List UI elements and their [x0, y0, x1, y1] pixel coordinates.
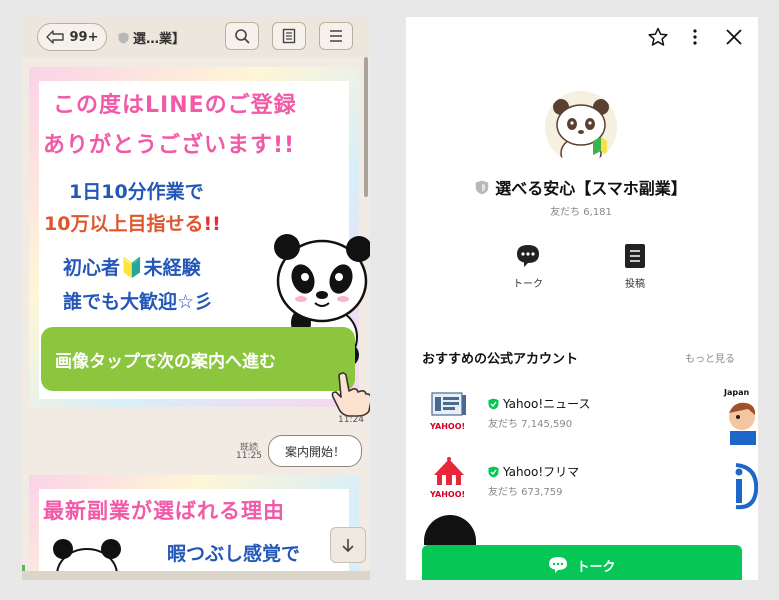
- document-icon: [282, 28, 296, 44]
- banner-earning-text: 10万以上目指せる: [44, 213, 204, 235]
- yahoo-logo-text: YAHOO!: [430, 490, 466, 499]
- recommend-name: Yahoo!フリマ: [488, 463, 579, 480]
- search-button[interactable]: [225, 22, 259, 50]
- info-brand-icon[interactable]: [722, 461, 758, 511]
- banner-earning: 10万以上目指せる!!: [44, 209, 221, 236]
- back-arrow-icon: [45, 30, 64, 44]
- recommend-item[interactable]: YAHOO! Yahoo!ニュース 友だち 7,145,590: [422, 389, 742, 439]
- panda-avatar-icon: [545, 91, 617, 163]
- sent-message-bubble[interactable]: 案内開始！: [268, 435, 362, 467]
- chat-screen: 99+ 選…業】 この度はLINEのご登録 ありがとうございます!! 1日10分…: [22, 17, 370, 580]
- post-icon-wrap: [622, 243, 648, 269]
- yahoo-logo-text: YAHOO!: [430, 422, 466, 431]
- arrow-down-icon: [342, 539, 354, 553]
- verified-shield-icon: [488, 398, 499, 409]
- promo-banner-content: この度はLINEのご登録 ありがとうございます!! 1日10分作業で 10万以上…: [39, 81, 370, 417]
- account-name: 選べる安心【スマホ副業】: [456, 175, 706, 199]
- banner-greeting-line2: ありがとうございます!!: [43, 133, 296, 158]
- message-time: 11:24: [338, 415, 364, 425]
- chat-title: 選…業】: [118, 28, 185, 47]
- shield-icon: [118, 32, 129, 43]
- account-name-text: 選べる安心【スマホ副業】: [495, 179, 687, 198]
- talk-button[interactable]: トーク: [422, 545, 742, 580]
- recommend-title: おすすめの公式アカウント: [422, 352, 579, 367]
- recommend-name-text: Yahoo!フリマ: [503, 465, 580, 479]
- verified-shield-icon: [488, 466, 499, 477]
- post-action[interactable]: 投稿: [605, 243, 665, 290]
- hamburger-menu-icon: [330, 30, 342, 42]
- recommend-item[interactable]: YAHOO! Yahoo!フリマ 友だち 673,759: [422, 457, 742, 507]
- recommend-name: Yahoo!ニュース: [488, 395, 591, 412]
- chat-bubble-icon-wrap: [515, 243, 541, 269]
- chat-scrollbar[interactable]: [364, 57, 368, 197]
- chat-bubble-icon: [517, 245, 539, 267]
- banner-greeting-line1: この度はLINEのご登録: [53, 93, 297, 118]
- recommend-more-link[interactable]: もっと見る: [685, 350, 735, 365]
- chat-header: 99+ 選…業】: [22, 17, 370, 57]
- recommend-name-text: Yahoo!ニュース: [503, 397, 591, 411]
- side-card-label: Japan: [724, 388, 750, 397]
- close-icon[interactable]: [725, 28, 743, 46]
- banner-earning-exclaim: !!: [203, 213, 221, 235]
- message-time: 11:25: [236, 451, 262, 461]
- post-action-label: 投稿: [625, 279, 645, 290]
- promo-banner-image-2[interactable]: 最新副業が選ばれる理由 暇つぶし感覚で: [29, 475, 359, 580]
- banner-work-time: 1日10分作業で: [69, 181, 204, 203]
- star-icon[interactable]: [648, 27, 668, 47]
- talk-action[interactable]: トーク: [498, 243, 558, 290]
- chat-title-text: 選…業】: [133, 32, 186, 47]
- cta-text: 画像タップで次の案内へ進む: [55, 351, 276, 372]
- account-profile-screen: 選べる安心【スマホ副業】 友だち 6,181 トーク 投稿 おすすめの公式アカウ…: [406, 17, 758, 580]
- chat-input-area[interactable]: [22, 571, 370, 580]
- more-options-icon[interactable]: [689, 27, 701, 47]
- banner2-subheading: 暇つぶし感覚で: [167, 543, 301, 565]
- search-icon: [235, 29, 250, 44]
- banner-welcome: 誰でも大歓迎☆彡: [63, 291, 214, 313]
- recommend-friends: 友だち 673,759: [488, 487, 563, 498]
- friend-count: 友だち 6,181: [550, 207, 612, 218]
- recommend-item-avatar[interactable]: [424, 515, 476, 545]
- chat-bubble-icon: [549, 557, 568, 573]
- mascot-character-icon[interactable]: [722, 397, 758, 447]
- post-icon: [625, 244, 645, 268]
- pointing-hand-icon: [331, 372, 370, 417]
- recommend-friends: 友だち 7,145,590: [488, 419, 573, 430]
- account-avatar[interactable]: [545, 91, 617, 163]
- banner2-heading: 最新副業が選ばれる理由: [43, 499, 285, 523]
- menu-button[interactable]: [319, 22, 353, 50]
- back-button[interactable]: 99+: [37, 23, 107, 51]
- shield-icon: [475, 180, 489, 194]
- scroll-down-button[interactable]: [330, 527, 366, 563]
- next-guide-cta[interactable]: 画像タップで次の案内へ進む: [41, 327, 355, 391]
- notes-button[interactable]: [272, 22, 306, 50]
- unread-count: 99+: [69, 29, 99, 45]
- talk-button-label: トーク: [576, 559, 616, 575]
- promo-banner-image[interactable]: この度はLINEのご登録 ありがとうございます!! 1日10分作業で 10万以上…: [29, 67, 370, 417]
- talk-action-label: トーク: [513, 279, 543, 290]
- promo-banner-2-content: 最新副業が選ばれる理由 暇つぶし感覚で: [39, 489, 349, 580]
- banner-beginner: 初心者🔰未経験: [63, 257, 201, 279]
